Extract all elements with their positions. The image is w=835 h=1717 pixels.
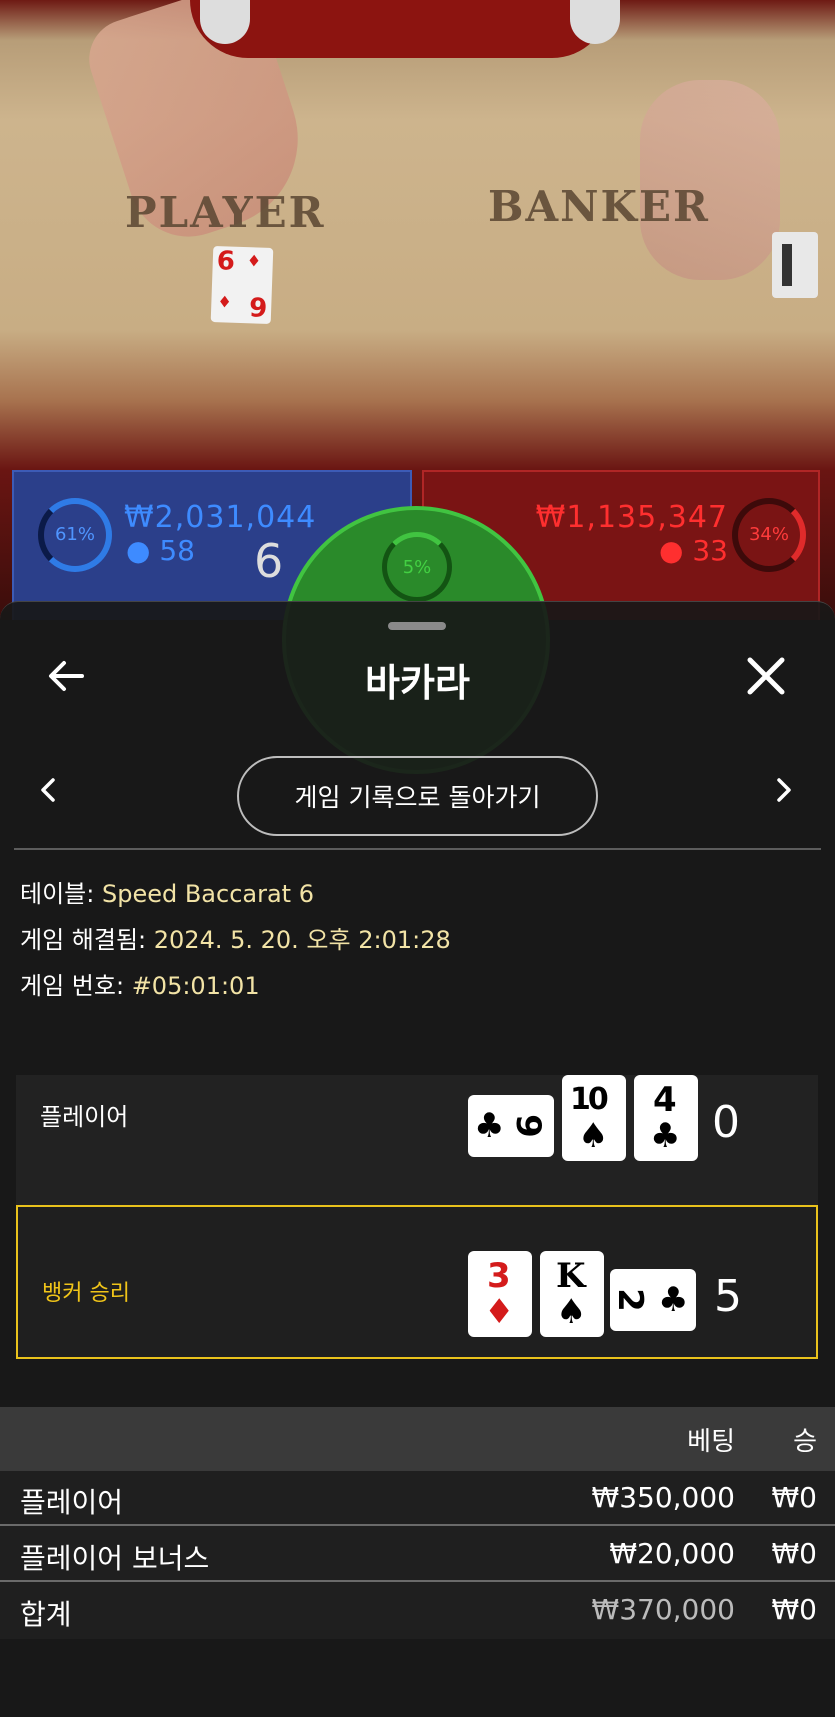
table-card: 6 ♦ ♦ 9 [210, 245, 274, 325]
banker-percent-ring: 34% [732, 498, 806, 572]
table-player-text: PLAYER [125, 188, 326, 237]
table-label: 테이블: [20, 880, 95, 908]
table-info: 테이블: Speed Baccarat 6 [20, 874, 314, 909]
player-bettor-count: ● 58 [126, 534, 195, 567]
round-info: 게임 번호: #05:01:01 [20, 966, 260, 1001]
tie-percent: 5% [402, 557, 432, 578]
resolved-value: 2024. 5. 20. 오후 2:01:28 [153, 926, 451, 954]
bet-name: 합계 [20, 1598, 72, 1631]
user-icon: ● [126, 534, 151, 567]
table-value: Speed Baccarat 6 [101, 880, 314, 908]
round-label: 게임 번호: [20, 972, 125, 1000]
divider [0, 1524, 835, 1526]
resolved-label: 게임 해결됨: [20, 926, 147, 954]
bet-amount: ₩370,000 [591, 1593, 735, 1626]
dealer-figure [190, 0, 610, 58]
banker-percent: 34% [748, 524, 789, 545]
card-shoe [772, 232, 818, 298]
dealer-arm [640, 80, 780, 280]
bet-amount: ₩20,000 [609, 1537, 735, 1570]
dealer-shoe-right [570, 0, 620, 44]
close-icon[interactable] [744, 654, 788, 698]
player-percent: 61% [54, 524, 95, 545]
win-amount: ₩0 [771, 1593, 818, 1626]
playing-card: 3 ♦ [468, 1251, 532, 1337]
bets-table-header: 베팅 승 [0, 1407, 835, 1471]
banker-hand-row: 뱅커 승리 3 ♦ K ♠ 2 ♣ 5 [16, 1205, 818, 1359]
divider [14, 848, 821, 850]
playing-card: 4 ♣ [634, 1075, 698, 1161]
playing-card: 2 ♣ [610, 1269, 696, 1331]
banker-hand-score: 5 [714, 1271, 742, 1322]
playing-card: ♣ 9 [468, 1095, 554, 1157]
divider [0, 1580, 835, 1582]
banker-win-label: 뱅커 승리 [42, 1281, 130, 1306]
bet-name: 플레이어 [20, 1486, 124, 1519]
banker-bettor-count: ● 33 [659, 534, 728, 567]
player-hand-label: 플레이어 [40, 1103, 129, 1131]
win-amount: ₩0 [771, 1481, 818, 1514]
header-bet: 베팅 [687, 1427, 735, 1457]
back-to-history-button[interactable]: 게임 기록으로 돌아가기 [237, 756, 598, 836]
player-total-amount: ₩2,031,044 [124, 500, 317, 535]
playing-card: 10 ♠ [562, 1075, 626, 1161]
sheet-drag-handle[interactable] [388, 622, 446, 630]
player-percent-ring: 61% [38, 498, 112, 572]
tie-percent-ring: 5% [382, 532, 452, 602]
banker-total-amount: ₩1,135,347 [535, 500, 728, 535]
sheet-title: 바카라 [365, 661, 470, 705]
player-hand-score: 0 [712, 1097, 740, 1148]
table-banker-text: BANKER [488, 182, 710, 231]
chevron-left-icon[interactable] [36, 772, 62, 808]
header-win: 승 [793, 1427, 817, 1457]
game-history-sheet: 바카라 게임 기록으로 돌아가기 테이블: Speed Baccarat 6 게… [0, 601, 835, 1717]
bet-amount: ₩350,000 [591, 1481, 735, 1514]
bet-name: 플레이어 보너스 [20, 1542, 210, 1575]
table-row: 플레이어 보너스 ₩20,000 ₩0 [0, 1527, 835, 1583]
user-icon: ● [659, 534, 684, 567]
win-amount: ₩0 [771, 1537, 818, 1570]
resolved-info: 게임 해결됨: 2024. 5. 20. 오후 2:01:28 [20, 920, 451, 955]
player-score: 6 [254, 534, 284, 588]
table-row: 합계 ₩370,000 ₩0 [0, 1583, 835, 1639]
chevron-right-icon[interactable] [770, 772, 796, 808]
round-value: #05:01:01 [131, 972, 260, 1000]
playing-card: K ♠ [540, 1251, 604, 1337]
table-row: 플레이어 ₩350,000 ₩0 [0, 1471, 835, 1527]
